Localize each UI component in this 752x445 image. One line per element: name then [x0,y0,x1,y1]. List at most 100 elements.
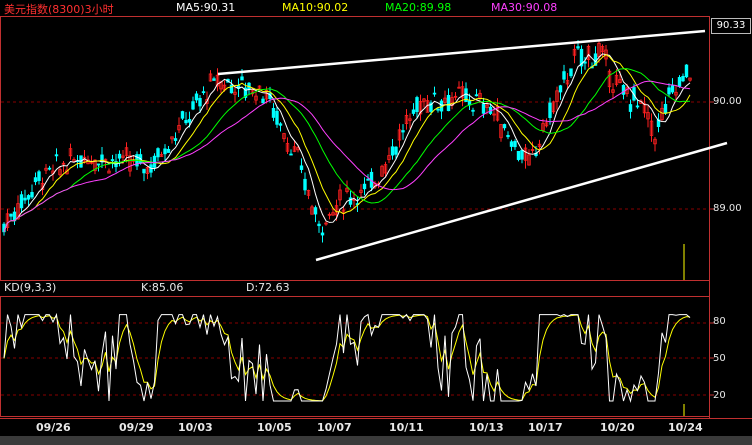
x-tick-label: 10/05 [257,421,292,434]
x-tick-label: 09/26 [36,421,71,434]
x-tick-label: 10/24 [668,421,703,434]
candle-body [198,97,202,107]
candle-body [558,85,563,93]
kd-tick-80: 80 [713,316,726,327]
candle-body [37,171,41,181]
candle-body [166,148,171,153]
candle-body [516,150,521,160]
kd-d-value: D:72.63 [246,281,290,294]
candle-body [670,85,675,93]
candle-body [187,119,192,123]
candle-body [681,75,685,82]
candle-body [275,110,279,125]
candle-body [201,91,206,94]
last-price-box: 90.33 [711,18,751,34]
ma5-label: MA5:90.31 [176,1,236,14]
x-tick-label: 10/17 [528,421,563,434]
price-tick-89: 89.00 [713,203,742,214]
candle-body [26,195,31,200]
candle-body [474,94,479,97]
candle-body [481,103,486,114]
candle-body [194,93,199,101]
candle-body [278,123,283,126]
candle-body [9,213,13,217]
candle-body [33,177,38,183]
candle-body [432,92,437,95]
candle-body [191,101,195,110]
candle-body [180,111,185,119]
kd-tick-50: 50 [713,353,726,364]
kd-tick-20: 20 [713,390,726,401]
ma20-line [3,68,691,232]
candle-body [156,148,160,158]
candle-body [313,207,318,215]
kd-k-value: K:85.06 [141,281,184,294]
price-tick-90: 90.00 [713,96,742,107]
chart-root: { "header": { "title": "美元指数(8300)3小时", … [0,0,752,445]
candle-body [562,71,566,80]
candle-body [289,153,293,156]
candle-body [47,167,52,170]
candle-body [415,97,419,112]
candle-body [569,68,573,77]
candle-body [677,77,682,87]
candle-body [212,78,216,81]
upper-trendline [217,29,706,76]
candle-body [96,163,101,166]
candle-body [446,95,451,112]
candle-body [667,87,671,95]
candle-body [390,146,395,156]
candle-body [576,46,580,49]
candle-body [394,146,398,155]
candle-body [366,178,370,181]
candle-body [23,197,27,201]
candle-body [506,135,510,138]
candle-body [184,120,188,124]
candle-body [436,108,440,111]
candle-body [502,124,507,129]
candle-body [142,168,146,174]
chart-canvas [0,16,752,419]
candle-body [635,105,640,108]
ma10-line [3,53,691,232]
candle-body [317,223,321,227]
ma5-line [3,53,691,232]
candle-body [663,103,668,114]
candle-body [303,178,307,191]
x-tick-label: 10/20 [600,421,635,434]
candle-body [240,76,244,81]
candle-body [173,138,178,141]
candle-body [628,104,633,112]
kd-k-line [3,312,691,403]
candle-body [583,61,587,64]
candle-body [54,154,59,157]
ma20-label: MA20:89.98 [385,1,452,14]
candle-body [271,107,276,118]
x-tick-label: 10/11 [389,421,424,434]
candle-body [621,84,626,95]
x-tick-label: 10/13 [469,421,504,434]
x-tick-label: 09/29 [119,421,154,434]
candle-body [411,109,416,114]
candle-body [509,141,514,147]
candle-body [471,109,475,112]
chart-title: 美元指数(8300)3小时 [4,3,114,16]
candle-body [110,159,115,162]
ma30-line [3,80,691,232]
candle-body [261,98,265,104]
candle-body [513,141,517,148]
x-tick-label: 10/07 [317,421,352,434]
candle-body [30,191,34,198]
candle-body [299,165,304,170]
candle-body [152,155,157,168]
ma10-label: MA10:90.02 [282,1,349,14]
kd-title: KD(9,3,3) [4,281,57,294]
candle-body [163,148,167,155]
ma30-label: MA30:90.08 [491,1,558,14]
candle-body [19,194,24,209]
candle-body [320,232,325,236]
x-tick-label: 10/03 [178,421,213,434]
candle-body [520,149,524,160]
candle-body [401,130,405,133]
candle-body [117,153,122,159]
